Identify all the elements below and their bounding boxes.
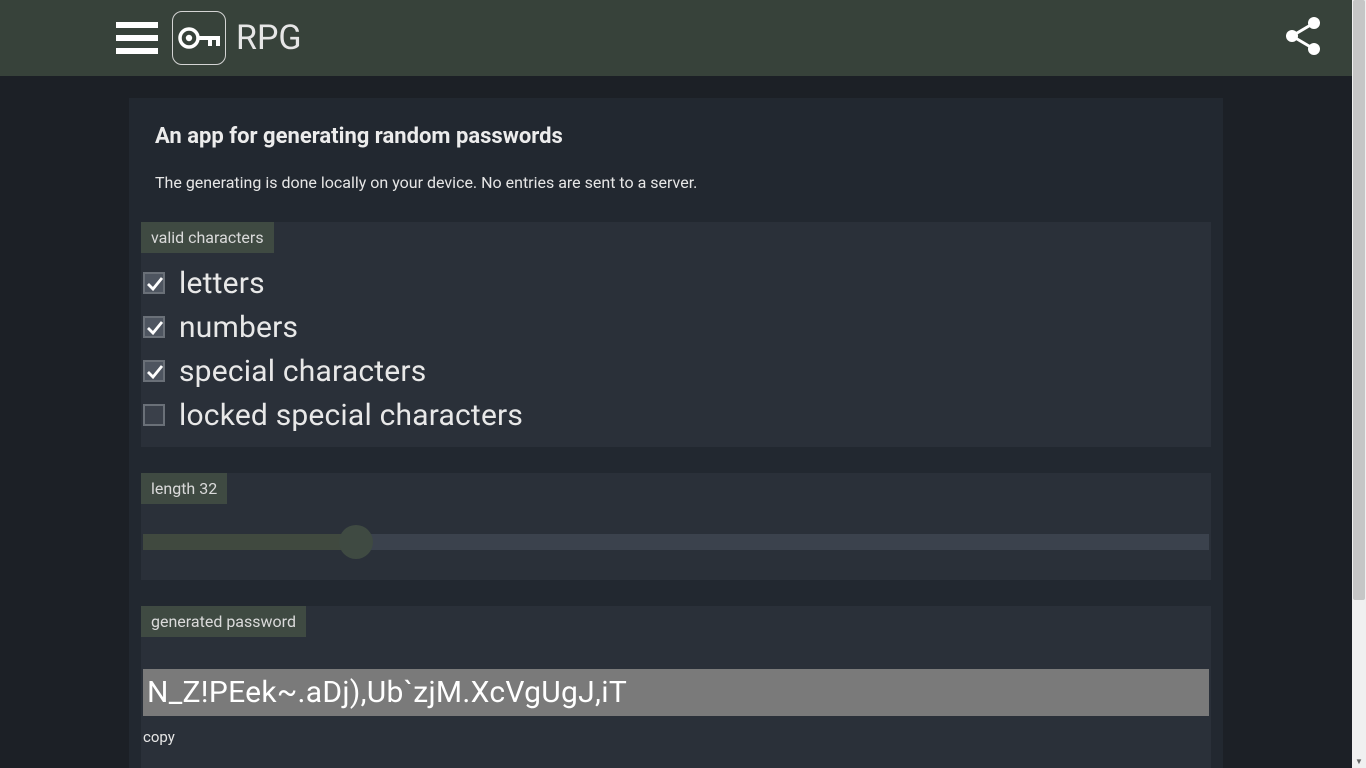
option-label: special characters [179,354,426,389]
length-panel: length 32 [141,473,1211,580]
valid-characters-label: valid characters [141,222,274,253]
app-logo [172,11,226,65]
slider-thumb[interactable] [339,525,373,559]
option-row-special: special characters [141,349,1211,393]
page-subtext: The generating is done locally on your d… [155,173,1197,192]
scrollbar-down-icon[interactable]: ▼ [1352,754,1366,768]
app-header: RPG [0,0,1352,76]
length-slider[interactable] [143,534,1209,550]
page-heading: An app for generating random passwords [155,124,1197,149]
option-label: letters [179,266,265,301]
option-row-numbers: numbers [141,305,1211,349]
main-card: An app for generating random passwords T… [129,98,1223,768]
share-icon [1284,15,1322,57]
scrollbar-thumb[interactable] [1353,0,1365,600]
slider-fill [143,534,356,550]
scrollbar[interactable]: ▼ [1352,0,1366,768]
share-button[interactable] [1284,15,1322,61]
option-label: numbers [179,310,298,345]
checkbox-locked-special[interactable] [143,404,165,426]
menu-button[interactable] [116,20,158,56]
copy-button[interactable]: copy [143,728,175,746]
app-title: RPG [236,18,302,58]
output-label: generated password [141,606,306,637]
output-panel: generated password N_Z!PEek~.aDj),Ub`zjM… [141,606,1211,768]
key-icon [178,24,220,52]
length-label: length 32 [141,473,227,504]
checkbox-letters[interactable] [143,272,165,294]
checkbox-special[interactable] [143,360,165,382]
checkbox-numbers[interactable] [143,316,165,338]
generated-password[interactable]: N_Z!PEek~.aDj),Ub`zjM.XcVgUgJ,iT [143,669,1209,716]
option-row-locked-special: locked special characters [141,393,1211,437]
hamburger-icon [116,20,158,56]
valid-characters-panel: valid characters letters numbers special… [141,222,1211,447]
option-label: locked special characters [179,398,523,433]
option-row-letters: letters [141,261,1211,305]
